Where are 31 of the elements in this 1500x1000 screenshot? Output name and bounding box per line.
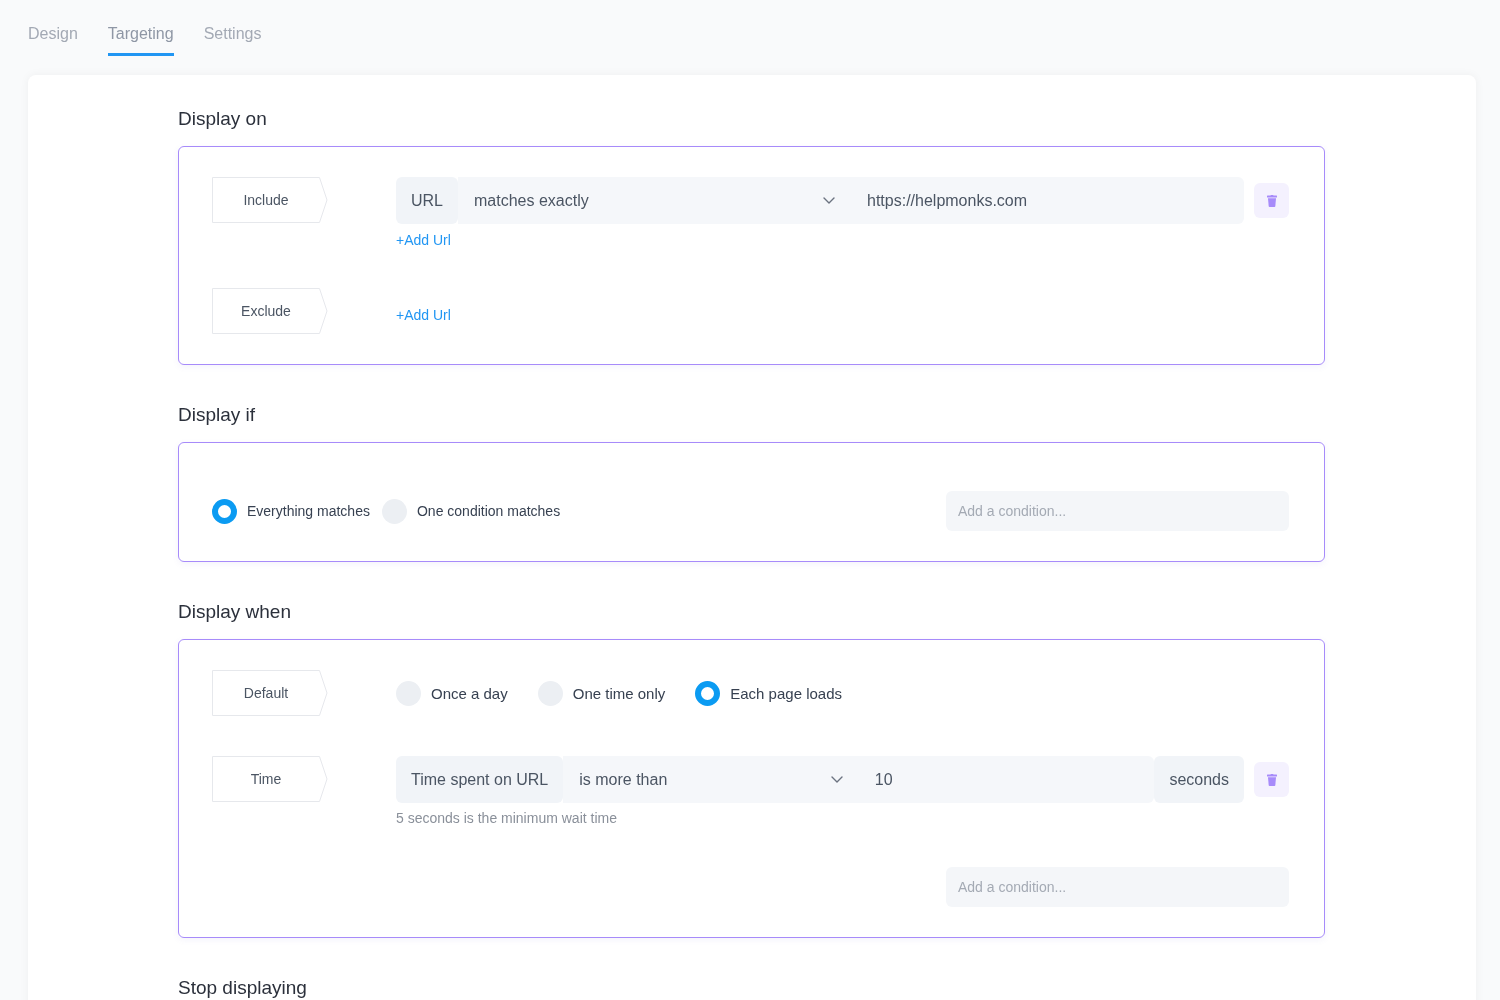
- delete-button[interactable]: [1254, 183, 1289, 218]
- radio-label[interactable]: One time only: [572, 684, 666, 702]
- rule-tag: Exclude: [212, 288, 328, 334]
- radio-button[interactable]: [695, 680, 721, 706]
- trash-icon: [1266, 773, 1277, 786]
- rule-tag: Time: [212, 756, 328, 802]
- chevron-down-icon: [823, 197, 835, 204]
- section-heading: Stop displaying: [178, 977, 308, 999]
- radio-label[interactable]: Everything matches: [247, 503, 370, 519]
- delete-button[interactable]: [1254, 762, 1289, 797]
- chevron-down-icon: [830, 776, 843, 783]
- value-input[interactable]: https://helpmonks.com: [851, 177, 1244, 224]
- hint-text: 5 seconds is the minimum wait time: [396, 810, 618, 826]
- field-label: Time spent on URL: [396, 756, 564, 803]
- field-label: seconds: [1154, 756, 1244, 803]
- operator-select[interactable]: matches exactly: [458, 177, 851, 224]
- radio-button[interactable]: [212, 498, 237, 524]
- section-heading: Display if: [178, 404, 257, 426]
- section-heading: Display on: [178, 108, 268, 130]
- condition-input[interactable]: Add a condition...: [946, 491, 1289, 531]
- field-label: URL: [396, 177, 458, 224]
- radio-label[interactable]: Each page loads: [730, 684, 843, 702]
- operator-select[interactable]: is more than: [563, 756, 859, 803]
- radio-label[interactable]: Once a day: [431, 684, 508, 702]
- radio-label[interactable]: One condition matches: [416, 503, 561, 519]
- trash-icon: [1266, 194, 1277, 207]
- condition-input[interactable]: Add a condition...: [946, 867, 1289, 907]
- section-heading: Display when: [178, 601, 292, 623]
- value-input[interactable]: 10: [858, 756, 1155, 803]
- rule-tag: Default: [212, 670, 328, 716]
- rule-tag: Include: [212, 177, 328, 223]
